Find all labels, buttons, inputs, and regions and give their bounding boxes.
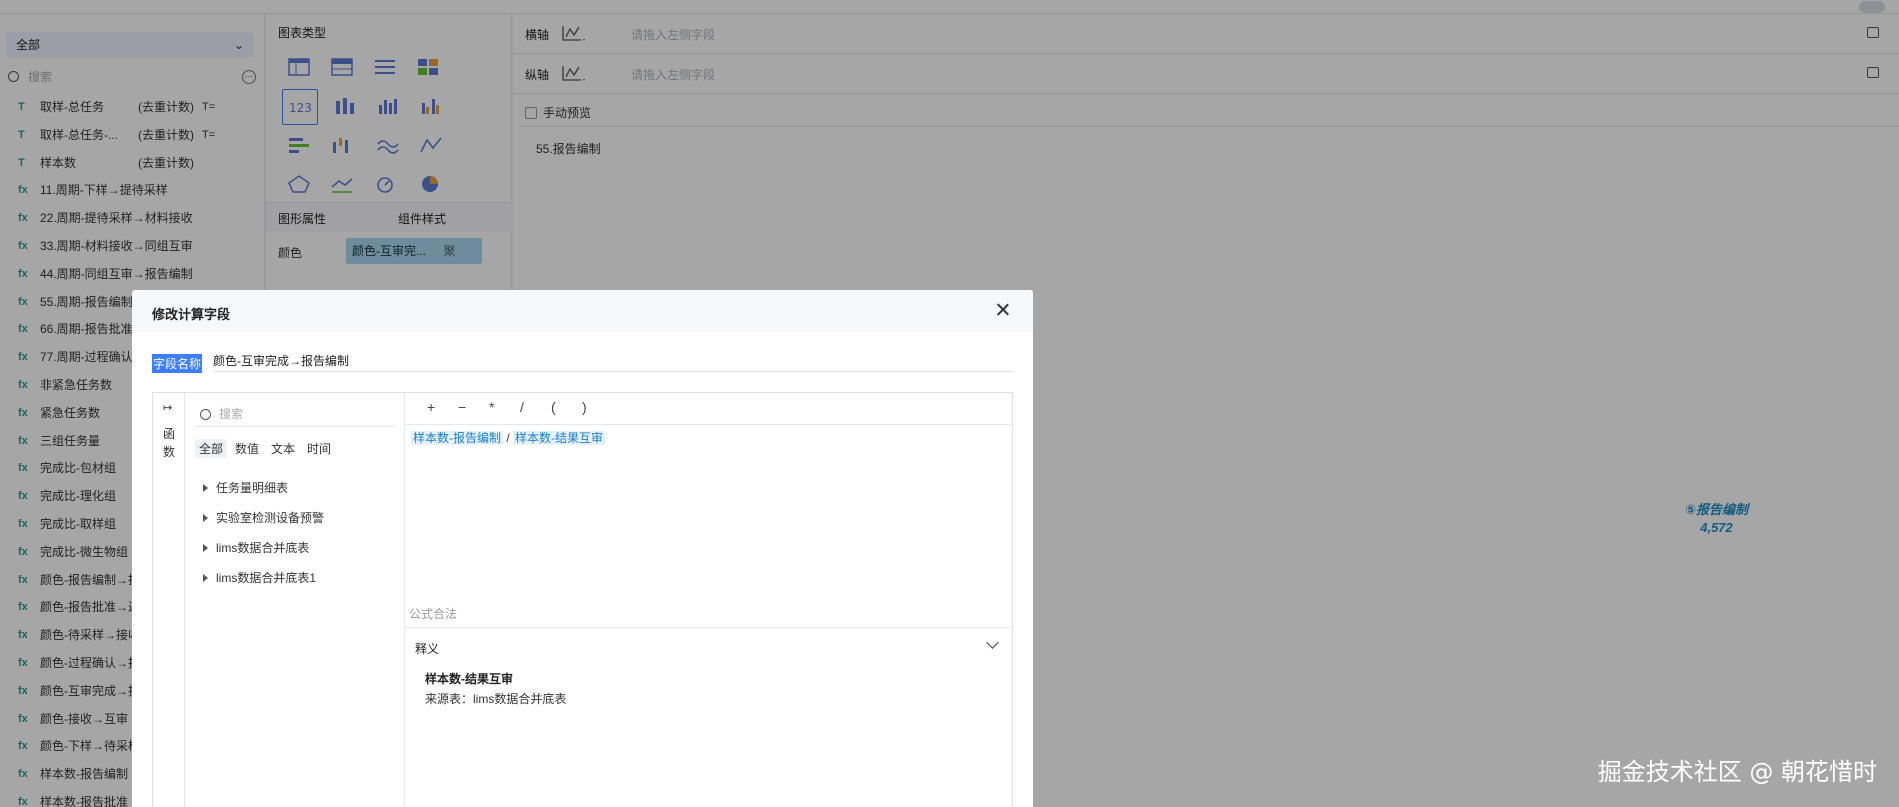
table-tree: 任务量明细表 实验室检测设备预警 lims数据合并底表 lims数据合并底表1	[203, 473, 324, 593]
dialog-title: 修改计算字段	[152, 307, 231, 322]
close-icon[interactable]	[993, 300, 1013, 320]
divide-button[interactable]: /	[520, 399, 524, 415]
open-paren-button[interactable]: (	[551, 399, 556, 415]
validation-status: 公式合法	[409, 607, 458, 621]
tree-node[interactable]: 实验室检测设备预警	[203, 503, 324, 533]
caret-right-icon	[203, 484, 208, 492]
formula-field-token[interactable]: 样本数-结果互审	[513, 431, 606, 445]
function-rail-label: 函数	[162, 427, 175, 459]
tree-node[interactable]: lims数据合并底表	[203, 533, 324, 563]
operator-bar: + − * / ( )	[405, 393, 1013, 425]
edit-calculated-field-dialog: 修改计算字段 字段名称 ↦ 函数 搜索 全部数值文本时间 任务量明细表 实验室检…	[132, 290, 1033, 807]
tree-node-label: lims数据合并底表	[216, 541, 310, 555]
plus-button[interactable]: +	[427, 399, 435, 415]
caret-right-icon	[203, 574, 208, 582]
minus-button[interactable]: −	[458, 399, 466, 415]
search-icon	[200, 409, 211, 420]
function-search[interactable]: 搜索	[195, 401, 395, 427]
tab-text[interactable]: 文本	[267, 439, 299, 458]
formula-area: + − * / ( ) 样本数-报告编制 / 样本数-结果互审 公式合法	[405, 393, 1013, 627]
multiply-button[interactable]: *	[489, 399, 494, 415]
tree-node-label: lims数据合并底表1	[216, 571, 317, 585]
description-source: 来源表：lims数据合并底表	[425, 692, 567, 706]
description-field-name: 样本数-结果互审	[425, 672, 513, 686]
field-name-input[interactable]	[213, 350, 1013, 372]
tree-node-label: 实验室检测设备预警	[216, 511, 325, 525]
formula-field-token[interactable]: 样本数-报告编制	[411, 431, 503, 445]
function-search-placeholder: 搜索	[219, 407, 244, 421]
formula-input[interactable]: 样本数-报告编制 / 样本数-结果互审	[411, 429, 606, 447]
function-rail[interactable]: ↦ 函数	[153, 393, 185, 807]
tab-all[interactable]: 全部	[195, 439, 228, 458]
tree-node[interactable]: lims数据合并底表1	[203, 563, 324, 593]
tree-node-label: 任务量明细表	[216, 481, 289, 495]
caret-right-icon	[203, 544, 208, 552]
function-tabs: 全部 数值 文本 时间	[195, 439, 339, 458]
formula-editor: ↦ 函数 搜索 全部 数值 文本 时间 任务量明细表 实验室检测设备预警 lims数据…	[152, 392, 1013, 807]
tab-time[interactable]: 时间	[303, 439, 335, 458]
collapse-arrow-icon[interactable]: ↦	[163, 401, 172, 414]
tab-number[interactable]: 数值	[231, 439, 263, 458]
formula-operator: /	[503, 431, 514, 445]
close-paren-button[interactable]: )	[582, 399, 587, 415]
watermark: 掘金技术社区 @ 朝花惜时	[1597, 758, 1877, 786]
field-name-label: 字段名称	[152, 354, 203, 373]
chevron-down-icon[interactable]	[986, 636, 999, 649]
caret-right-icon	[203, 514, 208, 522]
dialog-header: 修改计算字段	[132, 290, 1033, 332]
description-panel: 释义 样本数-结果互审 来源表：lims数据合并底表	[405, 627, 1013, 807]
description-header: 释义	[415, 642, 440, 656]
function-panel: 搜索 全部 数值 文本 时间 任务量明细表 实验室检测设备预警 lims数据合并底表 …	[185, 393, 405, 807]
tree-node[interactable]: 任务量明细表	[203, 473, 324, 503]
